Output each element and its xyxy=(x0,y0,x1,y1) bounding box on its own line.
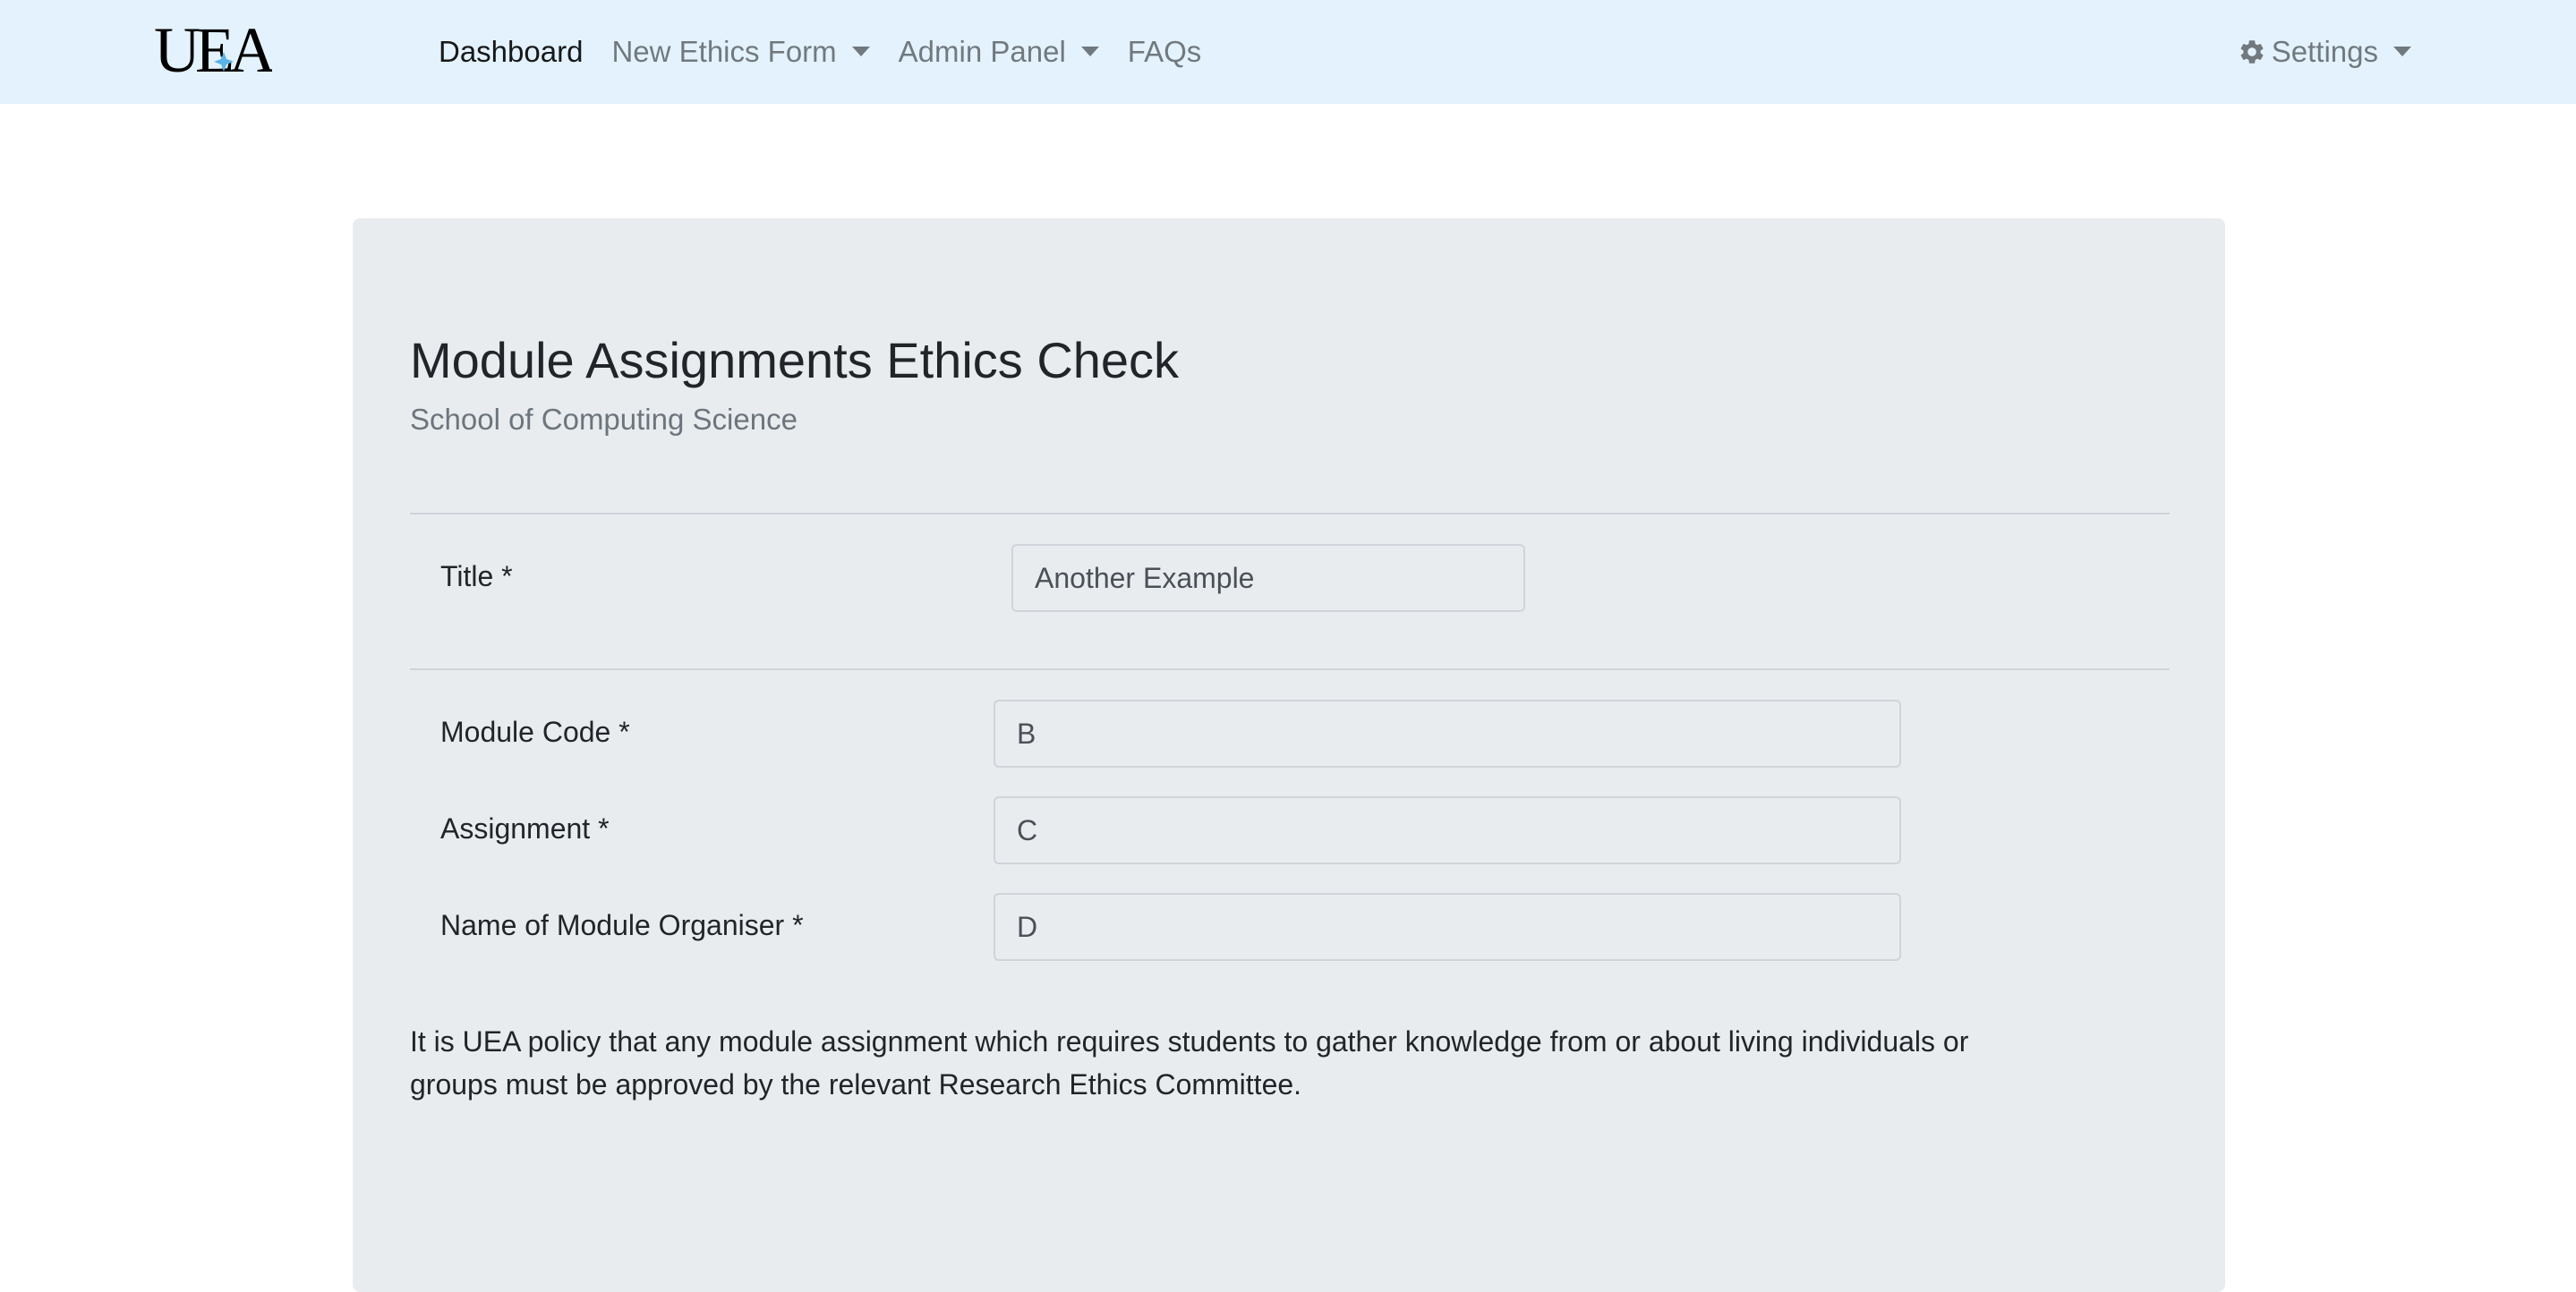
settings-label: Settings xyxy=(2271,35,2378,68)
uea-logo-mark: UEA xyxy=(154,20,272,82)
form-title: Module Assignments Ethics Check xyxy=(410,332,1180,388)
nav-link-faqs-label: FAQs xyxy=(1127,35,1202,68)
module-code-label: Module Code * xyxy=(440,716,630,748)
nav-link-admin-panel-label: Admin Panel xyxy=(898,35,1066,68)
nav-link-dashboard-label: Dashboard xyxy=(439,35,584,68)
title-input[interactable] xyxy=(1011,544,1525,612)
ethics-form-card: Module Assignments Ethics Check School o… xyxy=(353,218,2225,1292)
nav-link-dashboard[interactable]: Dashboard xyxy=(424,35,597,69)
nav-link-new-ethics-form-label: New Ethics Form xyxy=(611,35,837,68)
policy-text: It is UEA policy that any module assignm… xyxy=(410,1025,1969,1101)
main-nav: Dashboard New Ethics Form Admin Panel FA… xyxy=(424,0,1215,104)
logo-lettering: UEA xyxy=(154,20,272,82)
assignment-input[interactable] xyxy=(994,796,1901,864)
title-label: Title * xyxy=(440,560,513,592)
organiser-input[interactable] xyxy=(994,893,1901,961)
caret-down-icon xyxy=(2393,46,2411,56)
organiser-label: Name of Module Organiser * xyxy=(440,909,804,941)
caret-down-icon xyxy=(1080,46,1099,56)
settings-area: Settings xyxy=(2223,0,2426,104)
form-subtitle: School of Computing Science xyxy=(410,403,798,436)
section-divider xyxy=(410,668,2170,670)
uea-logo[interactable]: UEA xyxy=(154,20,272,82)
nav-link-faqs[interactable]: FAQs xyxy=(1113,35,1216,69)
section-divider xyxy=(410,513,2170,514)
assignment-label: Assignment * xyxy=(440,812,610,845)
top-navbar: UEA Dashboard New Ethics Form Admin Pane… xyxy=(0,0,2576,104)
nav-dropdown-new-ethics-form[interactable]: New Ethics Form xyxy=(597,35,883,69)
settings-dropdown[interactable]: Settings xyxy=(2223,35,2426,69)
gear-icon xyxy=(2238,38,2266,66)
caret-down-icon xyxy=(851,46,870,56)
module-code-input[interactable] xyxy=(994,700,1901,768)
nav-dropdown-admin-panel[interactable]: Admin Panel xyxy=(884,35,1113,69)
